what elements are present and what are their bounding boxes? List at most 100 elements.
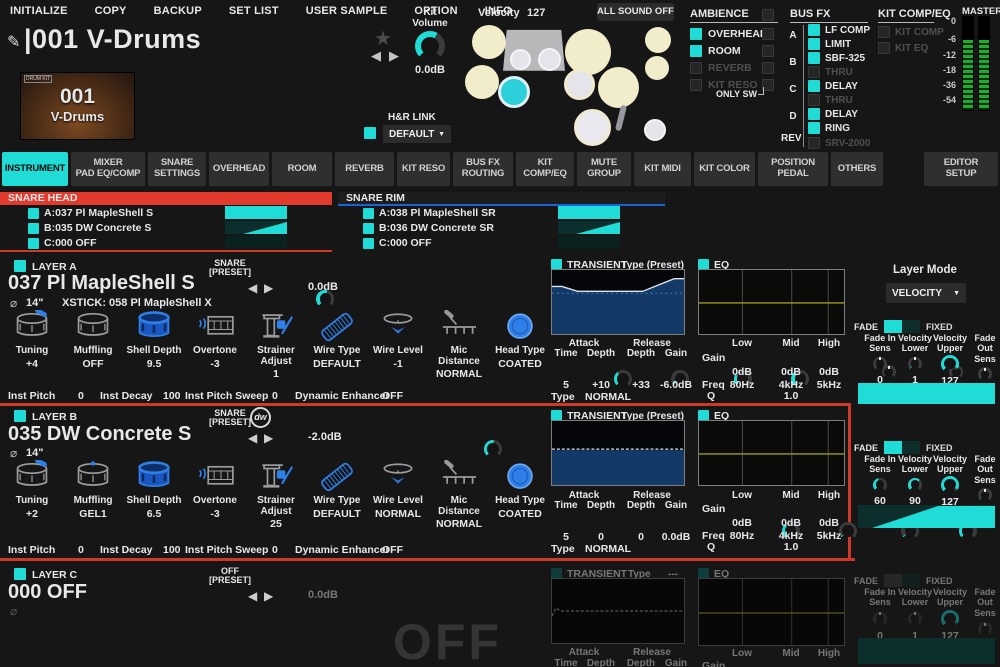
param-shell-depth[interactable]: Shell Depth6.5 bbox=[124, 460, 184, 530]
fade-in-sens-knob[interactable] bbox=[873, 612, 887, 626]
transient-type-row-value[interactable]: NORMAL bbox=[585, 543, 631, 555]
layer-mode-dropdown[interactable]: VELOCITY ▼ bbox=[886, 283, 966, 303]
overhead-checkbox[interactable] bbox=[690, 28, 702, 40]
tab-snare-settings[interactable]: SNARE SETTINGS bbox=[148, 152, 206, 186]
param-tuning[interactable]: Tuning+4 bbox=[2, 310, 62, 380]
tab-kit-color[interactable]: KIT COLOR bbox=[694, 152, 755, 186]
bus-fx-slot[interactable]: RING bbox=[808, 122, 850, 134]
param-overtone[interactable]: Overtone-3 bbox=[185, 460, 245, 530]
layer-c-checkbox[interactable] bbox=[14, 568, 26, 580]
param-muffling[interactable]: MufflingOFF bbox=[63, 310, 123, 380]
eq-freq-value[interactable]: 5kHz bbox=[809, 530, 849, 542]
bus-fx-slot[interactable]: DELAY bbox=[808, 80, 858, 92]
bus-fx-slot[interactable]: LIMIT bbox=[808, 38, 851, 50]
menu-user-sample[interactable]: USER SAMPLE bbox=[306, 5, 388, 17]
dynamic-enhancer-value[interactable]: OFF bbox=[382, 544, 403, 556]
tab-mixer-pad-eq-comp[interactable]: MIXER PAD EQ/COMP bbox=[71, 152, 145, 186]
only-sw-checkbox[interactable] bbox=[762, 62, 774, 74]
layer-c-instrument-name[interactable]: 000 OFF bbox=[8, 581, 87, 604]
pad-crash-1[interactable] bbox=[472, 25, 506, 59]
head-layer-a-item[interactable]: A:037 Pl MapleShell S bbox=[28, 207, 153, 219]
pad-kick[interactable] bbox=[574, 109, 611, 146]
bus-fx-slot[interactable]: SBF-325 bbox=[808, 52, 865, 64]
inst-decay-value[interactable]: 100 bbox=[163, 544, 181, 556]
transient-type-row-value[interactable]: NORMAL bbox=[585, 391, 631, 403]
param-head-type[interactable]: Head TypeCOATED bbox=[490, 460, 550, 530]
reverb-checkbox[interactable] bbox=[690, 62, 702, 74]
only-sw-checkbox[interactable] bbox=[762, 28, 774, 40]
menu-copy[interactable]: COPY bbox=[95, 5, 127, 17]
fade-fixed-toggle[interactable] bbox=[884, 320, 920, 333]
tab-kit-comp-eq[interactable]: KIT COMP/EQ bbox=[516, 152, 574, 186]
fade-in-sens-knob[interactable] bbox=[873, 478, 887, 492]
tab-others[interactable]: OTHERS bbox=[831, 152, 883, 186]
tab-overhead[interactable]: OVERHEAD bbox=[209, 152, 269, 186]
pad-splash-2[interactable] bbox=[645, 56, 669, 80]
hr-link-checkbox[interactable] bbox=[364, 127, 376, 139]
eq-freq-value[interactable]: 5kHz bbox=[809, 379, 849, 391]
layer-b-prev-button[interactable]: ◀ bbox=[248, 431, 259, 445]
pad-crash-2[interactable] bbox=[565, 29, 611, 75]
param-overtone[interactable]: Overtone-3 bbox=[185, 310, 245, 380]
layer-a-prev-button[interactable]: ◀ bbox=[248, 281, 259, 295]
inst-pitch-sweep-value[interactable]: 0 bbox=[272, 544, 278, 556]
head-layer-b-item[interactable]: B:035 DW Concrete S bbox=[28, 222, 151, 234]
menu-initialize[interactable]: INITIALIZE bbox=[10, 5, 68, 17]
tab-position-pedal[interactable]: POSITION PEDAL bbox=[758, 152, 828, 186]
bus-fx-slot[interactable]: THRU bbox=[808, 66, 853, 78]
param-mic-distance[interactable]: Mic DistanceNORMAL bbox=[429, 310, 489, 380]
bus-fx-slot[interactable]: THRU bbox=[808, 94, 853, 106]
kit-comp-toggle[interactable]: KIT COMP bbox=[878, 26, 944, 38]
velocity-upper-knob[interactable] bbox=[941, 476, 959, 494]
pad-head-header[interactable]: SNARE HEAD bbox=[0, 192, 332, 205]
velocity-lower-knob[interactable] bbox=[908, 357, 922, 371]
pad-aux[interactable] bbox=[644, 119, 666, 141]
fade-fixed-toggle[interactable] bbox=[884, 441, 920, 454]
tab-bus-fx-routing[interactable]: BUS FX ROUTING bbox=[453, 152, 513, 186]
velocity-lower-knob[interactable] bbox=[908, 612, 922, 626]
kit-eq-toggle[interactable]: KIT EQ bbox=[878, 42, 928, 54]
tab-reverb[interactable]: REVERB bbox=[335, 152, 394, 186]
hr-link-dropdown[interactable]: DEFAULT ▼ bbox=[383, 125, 451, 143]
ambience-item-overhead[interactable]: OVERHEAD bbox=[690, 28, 768, 40]
layer-c-next-button[interactable]: ▶ bbox=[264, 589, 275, 603]
edit-pencil-icon[interactable]: ✎ bbox=[7, 32, 20, 52]
pad-tom-1[interactable] bbox=[510, 49, 531, 70]
layer-b-volume-knob[interactable] bbox=[484, 440, 502, 458]
pad-ride[interactable] bbox=[598, 67, 639, 108]
eq-freq-value[interactable]: 80Hz bbox=[722, 379, 762, 391]
param-tuning[interactable]: Tuning+2 bbox=[2, 460, 62, 530]
pad-splash-1[interactable] bbox=[645, 27, 671, 53]
layer-b-instrument-name[interactable]: 035 DW Concrete S bbox=[8, 423, 191, 446]
pad-snare[interactable] bbox=[498, 76, 530, 108]
param-shell-depth[interactable]: Shell Depth9.5 bbox=[124, 310, 184, 380]
param-wire-level[interactable]: Wire Level-1 bbox=[368, 310, 428, 380]
layer-a-checkbox[interactable] bbox=[14, 260, 26, 272]
layer-a-xstick[interactable]: XSTICK: 058 Pl MapleShell X bbox=[62, 297, 212, 309]
bus-fx-slot[interactable]: DELAY bbox=[808, 108, 858, 120]
layer-b-next-button[interactable]: ▶ bbox=[264, 431, 275, 445]
param-mic-distance[interactable]: Mic DistanceNORMAL bbox=[429, 460, 489, 530]
tab-kit-midi[interactable]: KIT MIDI bbox=[634, 152, 691, 186]
layer-b-checkbox[interactable] bbox=[14, 410, 26, 422]
inst-pitch-value[interactable]: 0 bbox=[78, 390, 84, 402]
velocity-upper-knob[interactable] bbox=[941, 355, 959, 373]
tab-mute-group[interactable]: MUTE GROUP bbox=[577, 152, 631, 186]
param-muffling[interactable]: MufflingGEL1 bbox=[63, 460, 123, 530]
rim-layer-b-item[interactable]: B:036 DW Concrete SR bbox=[363, 222, 494, 234]
ambience-item-room[interactable]: ROOM bbox=[690, 45, 741, 57]
eq-q-value[interactable]: 1.0 bbox=[771, 390, 811, 402]
fade-out-sens-knob[interactable] bbox=[978, 488, 992, 502]
bus-fx-slot[interactable]: SRV-2000 bbox=[808, 137, 870, 149]
inst-decay-value[interactable]: 100 bbox=[163, 390, 181, 402]
velocity-upper-knob[interactable] bbox=[941, 610, 959, 628]
only-sw-checkbox[interactable] bbox=[762, 45, 774, 57]
param-head-type[interactable]: Head TypeCOATED bbox=[490, 310, 550, 380]
kit-thumbnail[interactable]: DRUM KIT 001 V-Drums bbox=[20, 72, 135, 140]
eq-freq-value[interactable]: 80Hz bbox=[722, 530, 762, 542]
ambience-item-reverb[interactable]: REVERB bbox=[690, 62, 752, 74]
pad-hihat[interactable] bbox=[465, 65, 499, 99]
rim-layer-c-item[interactable]: C:000 OFF bbox=[363, 237, 432, 249]
dynamic-enhancer-value[interactable]: OFF bbox=[382, 390, 403, 402]
kit-reso-checkbox[interactable] bbox=[690, 79, 702, 91]
